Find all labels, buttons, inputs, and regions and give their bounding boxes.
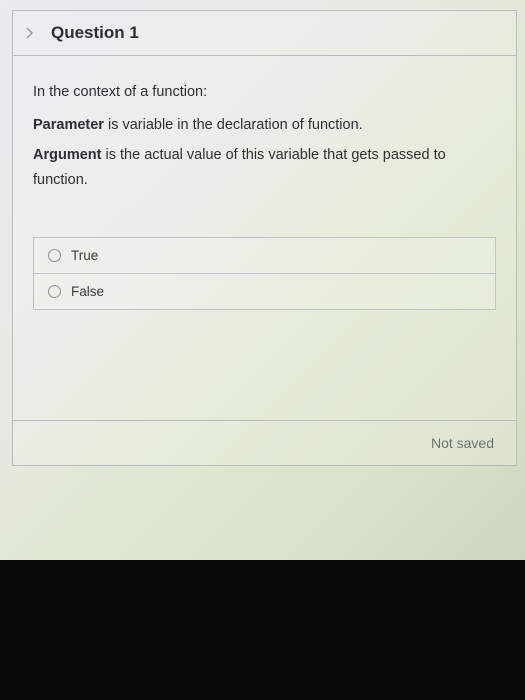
question-body: In the context of a function: Parameter … [13, 56, 516, 217]
definition-parameter: Parameter is variable in the declaration… [33, 113, 496, 138]
option-true[interactable]: True [34, 238, 495, 273]
question-footer: Not saved [13, 420, 516, 465]
parameter-definition: is variable in the declaration of functi… [104, 117, 363, 133]
radio-icon [48, 249, 61, 262]
definition-argument: Argument is the actual value of this var… [33, 143, 496, 192]
parameter-term: Parameter [33, 117, 104, 133]
option-false[interactable]: False [34, 273, 495, 309]
option-label: False [71, 284, 104, 299]
question-header: Question 1 [13, 11, 516, 56]
save-status: Not saved [431, 435, 494, 451]
argument-term: Argument [33, 147, 101, 163]
chevron-right-icon [23, 26, 37, 40]
question-title: Question 1 [51, 23, 139, 43]
bezel-bottom [0, 560, 525, 700]
quiz-screen: Question 1 In the context of a function:… [0, 0, 525, 560]
options-box: True False [33, 237, 496, 310]
radio-icon [48, 285, 61, 298]
question-context: In the context of a function: [33, 80, 496, 105]
option-label: True [71, 248, 98, 263]
question-card: Question 1 In the context of a function:… [12, 10, 517, 466]
